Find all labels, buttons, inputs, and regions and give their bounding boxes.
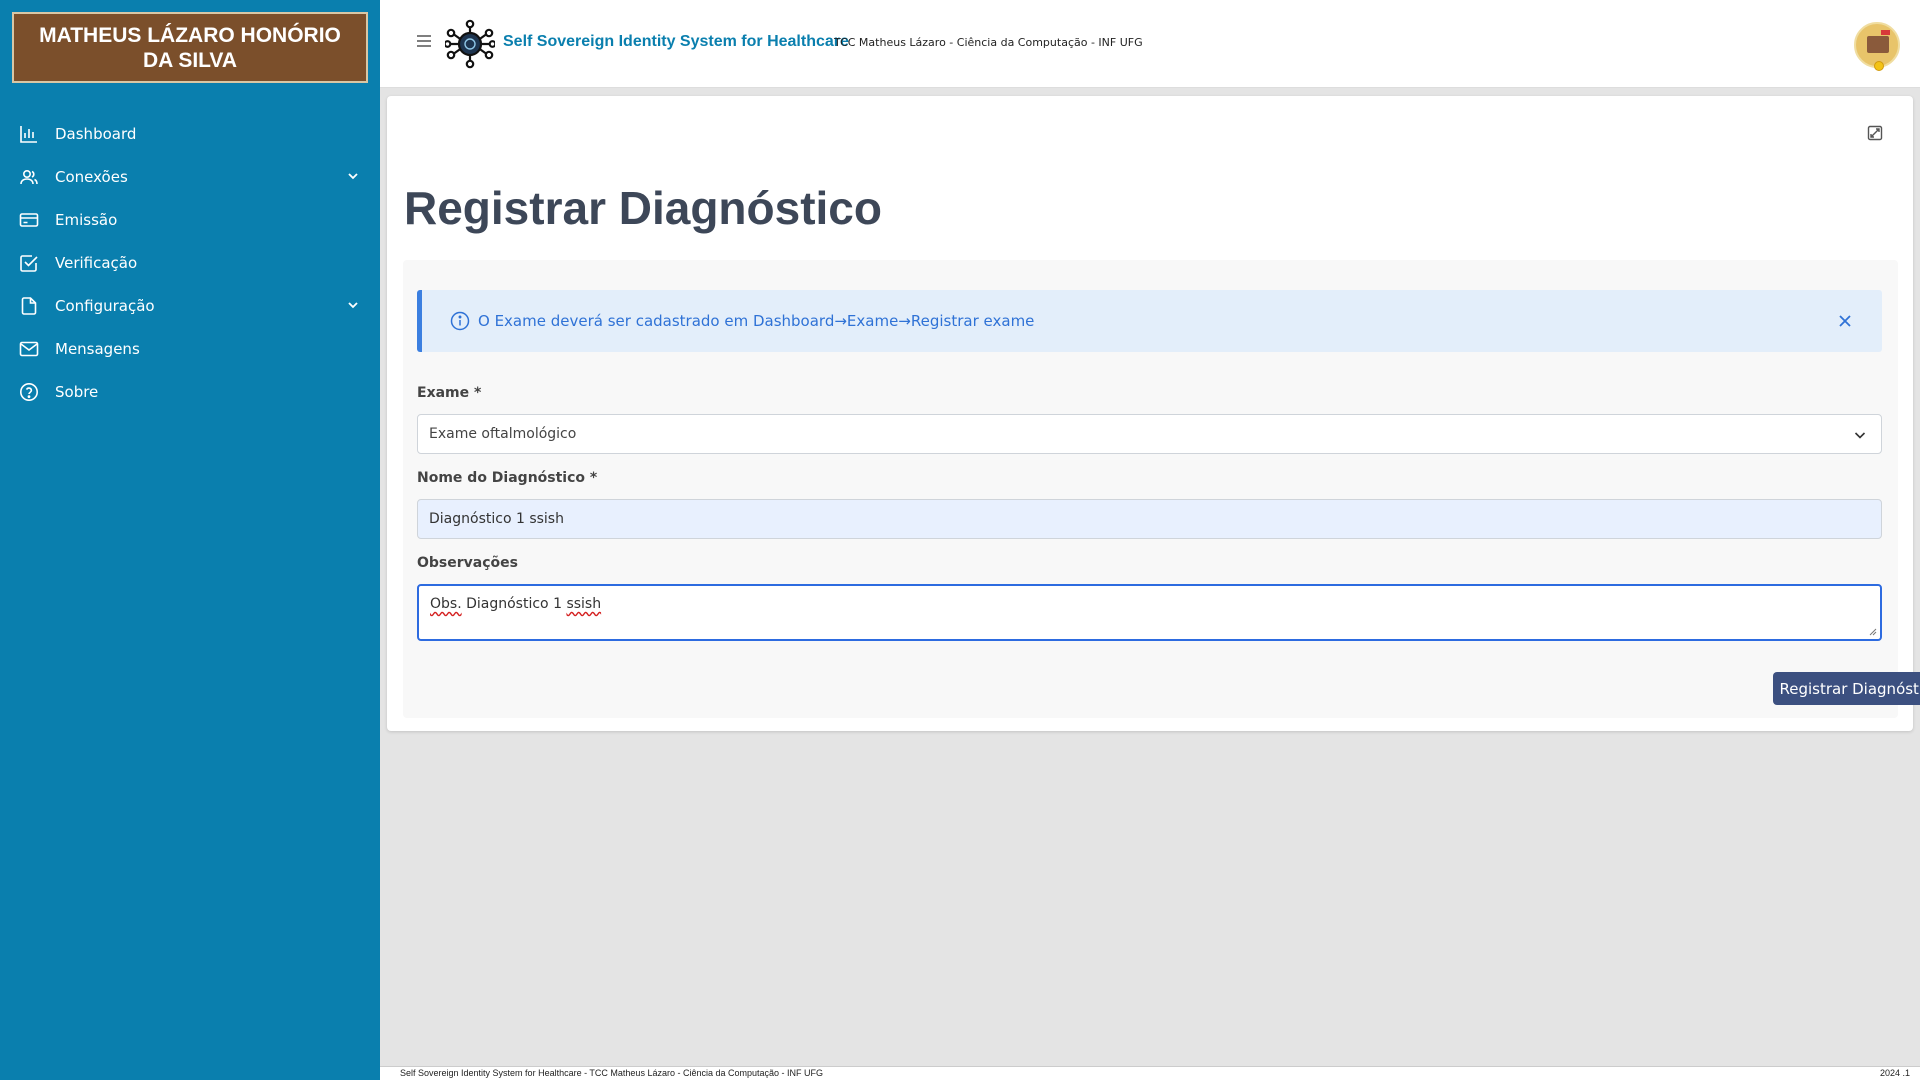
sidebar-item-label: Verificação [55, 253, 138, 272]
exame-label: Exame * [417, 385, 482, 401]
diagnosis-form: O Exame deverá ser cadastrado em Dashboa… [403, 260, 1920, 718]
alert-message: O Exame deverá ser cadastrado em Dashboa… [478, 312, 1035, 330]
resize-handle-icon[interactable] [1869, 628, 1877, 636]
observacoes-value: Obs. Diagnóstico 1 ssish [430, 596, 602, 612]
app-subtitle: TCC Matheus Lázaro - Ciência da Computaç… [834, 36, 1143, 49]
nome-diagnostico-value: Diagnóstico 1 ssish [429, 511, 564, 527]
sidebar-item-dashboard[interactable]: Dashboard [0, 112, 380, 155]
check-square-icon [19, 253, 39, 273]
observacoes-label: Observações [417, 555, 518, 571]
sidebar-item-emissao[interactable]: Emissão [0, 198, 380, 241]
footer: Self Sovereign Identity System for Healt… [380, 1066, 1920, 1080]
nome-diagnostico-input[interactable]: Diagnóstico 1 ssish [417, 499, 1882, 539]
help-circle-icon [19, 382, 39, 402]
expand-icon[interactable] [1867, 125, 1883, 141]
app-title: Self Sovereign Identity System for Healt… [503, 33, 849, 50]
info-icon [450, 311, 470, 331]
menu-icon[interactable] [416, 34, 432, 48]
top-header: Self Sovereign Identity System for Healt… [380, 0, 1920, 88]
credit-card-icon [19, 210, 39, 230]
avatar[interactable] [1854, 22, 1900, 71]
avatar-tag [1881, 30, 1890, 35]
page-title: Registrar Diagnóstico [404, 182, 882, 234]
avatar-badge [1874, 61, 1884, 71]
info-alert: O Exame deverá ser cadastrado em Dashboa… [417, 290, 1882, 352]
sidebar-item-label: Mensagens [55, 339, 140, 358]
registrar-diagnostico-button[interactable]: Registrar Diagnóstico [1773, 672, 1920, 705]
sidebar-item-verificacao[interactable]: Verificação [0, 241, 380, 284]
file-icon [19, 296, 39, 316]
sidebar-nav: Dashboard Conexões Emissão Verificação C… [0, 112, 380, 413]
sidebar-item-label: Sobre [55, 382, 99, 401]
close-icon[interactable] [1838, 314, 1852, 328]
chevron-down-icon[interactable] [346, 298, 360, 312]
network-logo-icon [445, 19, 495, 69]
sidebar-item-label: Configuração [55, 296, 155, 315]
mail-icon [19, 339, 39, 359]
sidebar-item-mensagens[interactable]: Mensagens [0, 327, 380, 370]
observacoes-textarea[interactable]: Obs. Diagnóstico 1 ssish [417, 584, 1882, 641]
chevron-down-icon [1854, 432, 1866, 439]
avatar-wallet-icon [1867, 36, 1889, 53]
main-card: Registrar Diagnóstico O Exame deverá ser… [387, 96, 1920, 731]
sidebar-item-configuracao[interactable]: Configuração [0, 284, 380, 327]
bar-chart-icon [19, 124, 39, 144]
users-icon [19, 167, 39, 187]
exame-selected-value: Exame oftalmológico [429, 426, 577, 442]
sidebar-item-label: Conexões [55, 167, 128, 186]
brand-title: MATHEUS LÁZARO HONÓRIO DA SILVA [12, 12, 368, 83]
footer-text: Self Sovereign Identity System for Healt… [400, 1068, 824, 1078]
nome-diagnostico-label: Nome do Diagnóstico * [417, 470, 598, 486]
sidebar-item-conexoes[interactable]: Conexões [0, 155, 380, 198]
sidebar-item-label: Emissão [55, 210, 118, 229]
footer-version: 2024 .1 [1879, 1068, 1910, 1078]
sidebar-item-label: Dashboard [55, 124, 137, 143]
chevron-down-icon[interactable] [346, 169, 360, 183]
sidebar: MATHEUS LÁZARO HONÓRIO DA SILVA Dashboar… [0, 0, 380, 1080]
exame-select[interactable]: Exame oftalmológico [417, 414, 1882, 454]
sidebar-item-sobre[interactable]: Sobre [0, 370, 380, 413]
